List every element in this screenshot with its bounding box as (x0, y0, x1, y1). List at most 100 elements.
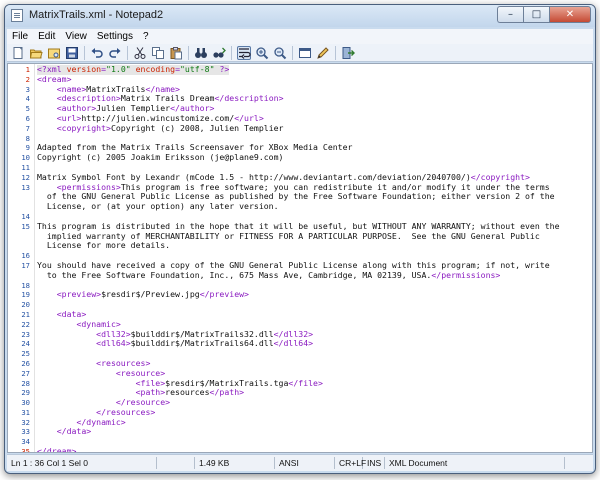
notepad-document-icon[interactable] (11, 9, 23, 22)
code-line[interactable]: 35 </dream> (8, 446, 592, 452)
code-line[interactable]: 34 (8, 437, 592, 447)
token-tag: </preview> (199, 289, 249, 300)
code-line[interactable]: 19 <preview>$resdir$/Preview.jpg</previe… (8, 289, 592, 300)
line-text: </dream> (37, 446, 76, 452)
minimize-icon: – (508, 9, 513, 20)
line-number: 2 (25, 74, 30, 84)
maximize-button[interactable]: □ (523, 6, 549, 23)
zoom-out-icon (273, 46, 287, 60)
menu-settings[interactable]: Settings (92, 29, 138, 44)
line-number: 25 (21, 349, 30, 359)
status-spacer (157, 457, 195, 469)
token-tag: <dll64> (96, 338, 131, 349)
redo-arrow-icon (108, 46, 122, 60)
line-number: 29 (21, 388, 30, 398)
token-text: $resdir$/Preview.jpg (101, 289, 200, 300)
token-tag: <resource> (115, 367, 166, 378)
close-button[interactable]: ✕ (549, 6, 591, 23)
toolbar (7, 44, 593, 62)
menu-edit[interactable]: Edit (33, 29, 60, 44)
editor[interactable]: 1 <?xml version="1.0" encoding="utf-8" ?>… (7, 63, 593, 453)
code-line[interactable]: License for more details. (8, 240, 592, 251)
menu-view[interactable]: View (60, 29, 92, 44)
code-line[interactable]: 33 </data> (8, 427, 592, 437)
toolbar-separator (127, 45, 128, 60)
line-number: 13 (21, 182, 30, 192)
code-line[interactable]: 7 <copyright>Copyright (c) 2008, Julien … (8, 123, 592, 134)
line-text: to the Free Software Foundation, Inc., 6… (37, 269, 501, 281)
line-text: License, or (at your option) any later v… (37, 201, 279, 212)
notepad2-window: MatrixTrails.xml - Notepad2 – □ ✕ File E… (4, 4, 596, 474)
zoom-in-icon (255, 46, 269, 60)
code-line[interactable]: 1 <?xml version="1.0" encoding="utf-8" ?> (8, 64, 592, 75)
token-text: $builddir$/MatrixTrails32.dll (130, 328, 274, 339)
token-tag: </dll32> (273, 328, 314, 339)
title-bar[interactable]: MatrixTrails.xml - Notepad2 – □ ✕ (5, 5, 595, 27)
code-area[interactable]: 1 <?xml version="1.0" encoding="utf-8" ?>… (8, 64, 592, 452)
status-position: Ln 1 : 36 Col 1 Sel 0 (7, 457, 157, 469)
word-wrap-button[interactable] (237, 45, 251, 60)
undo-button[interactable] (90, 46, 104, 60)
pencil-icon (316, 46, 330, 60)
token-text: Julien Templier (96, 103, 171, 114)
token-text: MatrixTrails (86, 83, 146, 94)
code-line[interactable]: License, or (at your option) any later v… (8, 201, 592, 212)
customize-schemes-button[interactable] (316, 46, 330, 60)
line-number: 24 (21, 339, 30, 349)
caption-buttons: – □ ✕ (497, 6, 591, 23)
save-button[interactable] (65, 46, 79, 60)
token-tag: <permissions> (56, 181, 121, 192)
token-tag: <url> (56, 112, 82, 123)
line-number: 22 (21, 319, 30, 329)
line-number: 4 (25, 94, 30, 104)
line-text: Copyright (c) 2005 Joakim Eriksson (je@p… (37, 152, 283, 163)
zoom-in-button[interactable] (255, 46, 269, 60)
open-button[interactable] (29, 46, 43, 60)
line-text: </data> (37, 426, 92, 437)
redo-button[interactable] (108, 46, 122, 60)
new-button[interactable] (11, 46, 25, 60)
browse-button[interactable] (47, 46, 61, 60)
token-tag: <?xml (37, 64, 67, 74)
line-number: 19 (21, 290, 30, 300)
minimize-button[interactable]: – (497, 6, 523, 23)
menu-file[interactable]: File (7, 29, 33, 44)
replace-button[interactable] (212, 46, 226, 60)
line-number: 14 (21, 211, 30, 221)
code-line[interactable]: 32 </dynamic> (8, 417, 592, 428)
token-tag: </dll64> (273, 338, 314, 349)
code-line[interactable]: 10 Copyright (c) 2005 Joakim Eriksson (je… (8, 152, 592, 163)
paste-button[interactable] (169, 46, 183, 60)
exit-button[interactable] (341, 46, 355, 60)
line-number: 23 (21, 329, 30, 339)
menu-help[interactable]: ? (138, 29, 154, 44)
copy-button[interactable] (151, 46, 165, 60)
toolbar-separator (188, 45, 189, 60)
token-tag: ?> (214, 64, 230, 74)
toolbar-separator (84, 45, 85, 60)
token-tag: </url> (234, 112, 264, 123)
scheme-button[interactable] (298, 46, 312, 60)
line-number: 27 (21, 368, 30, 378)
token-tag: <path> (135, 387, 166, 398)
token-tag: </name> (145, 83, 180, 94)
line-text: License for more details. (37, 240, 170, 251)
line-number: 17 (21, 260, 30, 270)
line-text: <copyright>Copyright (c) 2008, Julien Te… (37, 123, 284, 134)
find-button[interactable] (194, 46, 208, 60)
cut-button[interactable] (133, 46, 147, 60)
code-line[interactable]: to the Free Software Foundation, Inc., 6… (8, 269, 592, 281)
token-text: This program is free software; you can r… (120, 181, 550, 192)
token-tag: </file> (288, 377, 323, 388)
code-line[interactable]: 20 (8, 300, 592, 310)
token-text: to the Free Software Foundation, Inc., 6… (37, 269, 432, 280)
code-line[interactable]: 24 <dll64>$builddir$/MatrixTrails64.dll<… (8, 338, 592, 349)
zoom-out-button[interactable] (273, 46, 287, 60)
